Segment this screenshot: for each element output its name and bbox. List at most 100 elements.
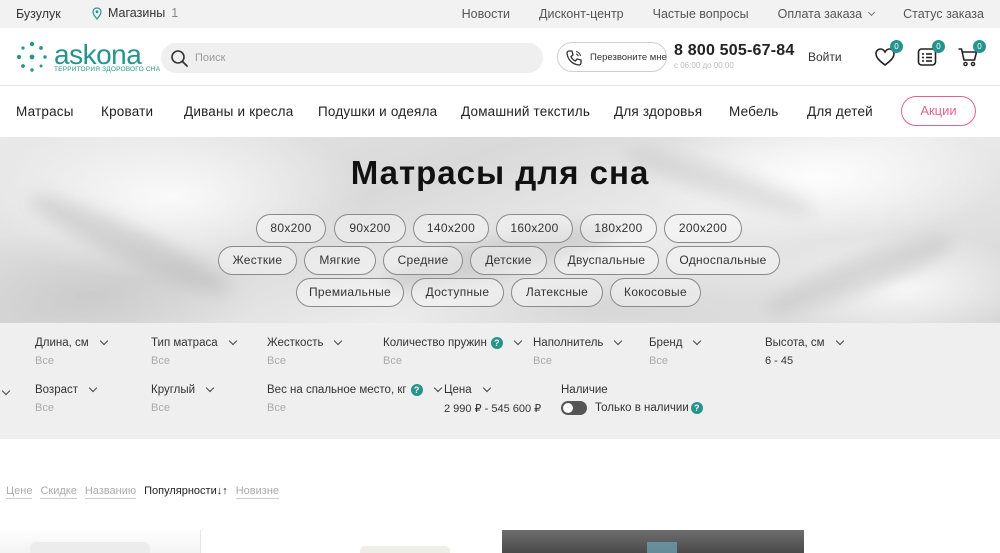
map-pin-icon bbox=[92, 6, 102, 20]
sort-by-popularity[interactable]: Популярности↓↑ bbox=[144, 485, 228, 499]
top-utility-bar: Бузулук Магазины 1 Новости Дисконт-центр… bbox=[0, 0, 1000, 28]
chip-medium[interactable]: Средние bbox=[383, 246, 463, 275]
chip-size-90x200[interactable]: 90x200 bbox=[334, 214, 406, 243]
nav-item-home-textile[interactable]: Домашний текстиль bbox=[461, 104, 590, 119]
chevron-down-icon bbox=[835, 336, 844, 346]
chip-premium[interactable]: Премиальные bbox=[296, 278, 404, 307]
product-card-image[interactable] bbox=[300, 530, 480, 553]
nav-item-health[interactable]: Для здоровья bbox=[614, 104, 702, 119]
chevron-down-icon bbox=[88, 383, 98, 393]
help-icon[interactable]: ? bbox=[410, 384, 423, 396]
filter-filling[interactable]: Наполнитель Все bbox=[533, 336, 623, 367]
chip-size-180x200[interactable]: 180x200 bbox=[580, 214, 657, 243]
chevron-down-icon bbox=[99, 336, 108, 346]
filter-label: Круглый bbox=[151, 383, 215, 396]
filter-length-value: Все bbox=[35, 355, 54, 367]
chevron-down-icon bbox=[433, 383, 442, 393]
promo-button[interactable]: Акции bbox=[901, 96, 976, 126]
product-card-image[interactable] bbox=[0, 530, 200, 553]
chip-size-140x200[interactable]: 140x200 bbox=[413, 214, 489, 243]
filter-brand[interactable]: Бренд Все bbox=[649, 336, 702, 367]
site-header: askona ТЕРРИТОРИЯ ЗДОРОВОГО СНА Перезвон… bbox=[0, 28, 1000, 86]
chip-soft[interactable]: Мягкие bbox=[304, 246, 376, 275]
filter-weight[interactable]: Вес на спальное место, кг? Все bbox=[267, 383, 442, 414]
filter-weight-value: Все bbox=[267, 402, 286, 414]
product-card-image[interactable] bbox=[502, 530, 804, 553]
top-link-order-status[interactable]: Статус заказа bbox=[903, 7, 984, 21]
filter-height[interactable]: Высота, см 6 - 45 bbox=[765, 336, 844, 367]
city-selector[interactable]: Бузулук bbox=[16, 7, 61, 21]
filter-round-label: Круглый bbox=[151, 384, 196, 396]
stores-link[interactable]: Магазины 1 bbox=[92, 6, 178, 20]
filter-spring-count[interactable]: Количество пружин? Все bbox=[383, 336, 523, 367]
filter-length-label: Длина, см bbox=[35, 337, 89, 349]
top-link-faq[interactable]: Частые вопросы bbox=[653, 7, 749, 21]
filter-label: Бренд bbox=[649, 336, 702, 349]
chip-size-160x200[interactable]: 160x200 bbox=[496, 214, 573, 243]
filter-spring-count-value: Все bbox=[383, 355, 402, 367]
chip-coconut[interactable]: Кокосовые bbox=[610, 278, 701, 307]
nav-item-pillows[interactable]: Подушки и одеяла bbox=[318, 104, 437, 119]
chip-size-200x200[interactable]: 200x200 bbox=[664, 214, 742, 243]
main-navigation: Матрасы Кровати Диваны и кресла Подушки … bbox=[0, 86, 1000, 137]
chip-single[interactable]: Односпальные bbox=[666, 246, 780, 275]
hero-banner: Матрасы для сна 80x200 90x200 140x200 16… bbox=[0, 137, 1000, 323]
filter-firmness[interactable]: Жесткость Все bbox=[267, 336, 343, 367]
compare-count-badge: 0 bbox=[932, 40, 945, 53]
search-input[interactable] bbox=[195, 48, 525, 68]
filter-price[interactable]: Цена 2 990 ₽ - 545 600 ₽ bbox=[444, 383, 541, 415]
working-hours: с 06:00 до 00:00 bbox=[674, 61, 734, 70]
filter-age[interactable]: Возраст Все bbox=[35, 383, 98, 414]
search-bar[interactable] bbox=[161, 43, 543, 73]
filter-height-value: 6 - 45 bbox=[765, 355, 794, 367]
sort-by-name[interactable]: Названию bbox=[84, 485, 137, 499]
filter-mattress-type[interactable]: Тип матраса Все bbox=[151, 336, 237, 367]
top-link-discount-center[interactable]: Дисконт-центр bbox=[539, 7, 624, 21]
chevron-down-icon bbox=[482, 383, 491, 393]
fabric-fold-shadow bbox=[22, 182, 238, 307]
sort-by-newness[interactable]: Новизне bbox=[235, 485, 280, 499]
chip-size-80x200[interactable]: 80x200 bbox=[256, 214, 326, 243]
page-title: Матрасы для сна bbox=[350, 154, 650, 191]
nav-item-beds[interactable]: Кровати bbox=[101, 104, 153, 119]
help-icon[interactable]: ? bbox=[690, 402, 703, 414]
login-link[interactable]: Войти bbox=[808, 50, 842, 64]
filter-price-label: Цена bbox=[444, 384, 472, 396]
filter-brand-label: Бренд bbox=[649, 337, 683, 349]
cart-button[interactable]: 0 bbox=[957, 40, 986, 68]
compare-button[interactable]: 0 bbox=[916, 40, 945, 68]
in-stock-toggle[interactable] bbox=[561, 401, 587, 415]
top-link-news[interactable]: Новости bbox=[462, 7, 510, 21]
filter-label: Тип матраса bbox=[151, 336, 237, 349]
filter-age-value: Все bbox=[35, 402, 54, 414]
askona-logo[interactable]: askona ТЕРРИТОРИЯ ЗДОРОВОГО СНА bbox=[16, 39, 160, 74]
chip-firm[interactable]: Жесткие bbox=[218, 246, 297, 275]
chevron-down-icon bbox=[614, 336, 623, 346]
nav-item-kids[interactable]: Для детей bbox=[807, 104, 873, 119]
sort-by-discount[interactable]: Скидке bbox=[40, 485, 77, 499]
nav-item-sofas[interactable]: Диваны и кресла bbox=[184, 104, 293, 119]
filter-length[interactable]: Длина, см Все bbox=[35, 336, 108, 367]
in-stock-toggle-row[interactable]: Только в наличии ? bbox=[561, 401, 703, 415]
chip-kids[interactable]: Детские bbox=[470, 246, 547, 275]
filter-mattress-type-value: Все bbox=[151, 355, 170, 367]
chevron-down-icon bbox=[868, 8, 876, 17]
help-icon[interactable]: ? bbox=[490, 337, 503, 349]
phone-number[interactable]: 8 800 505-67-84 bbox=[674, 42, 794, 60]
callback-button[interactable]: Перезвоните мне bbox=[557, 42, 667, 72]
chip-affordable[interactable]: Доступные bbox=[411, 278, 504, 307]
nav-item-furniture[interactable]: Мебель bbox=[729, 104, 779, 119]
top-links: Новости Дисконт-центр Частые вопросы Опл… bbox=[462, 7, 984, 21]
filter-availability-label: Наличие bbox=[561, 384, 608, 396]
filter-label: Возраст bbox=[35, 383, 98, 396]
top-link-payment[interactable]: Оплата заказа bbox=[778, 7, 876, 21]
logo-tagline: ТЕРРИТОРИЯ ЗДОРОВОГО СНА bbox=[54, 66, 161, 73]
search-icon[interactable] bbox=[169, 48, 189, 68]
nav-item-mattresses[interactable]: Матрасы bbox=[16, 104, 74, 119]
favorites-button[interactable]: 0 bbox=[874, 40, 903, 68]
filter-label: Количество пружин? bbox=[383, 336, 523, 349]
chip-double[interactable]: Двуспальные bbox=[554, 246, 659, 275]
sort-by-price[interactable]: Цене bbox=[6, 485, 33, 499]
filter-round[interactable]: Круглый Все bbox=[151, 383, 215, 414]
chip-latex[interactable]: Латексные bbox=[511, 278, 603, 307]
